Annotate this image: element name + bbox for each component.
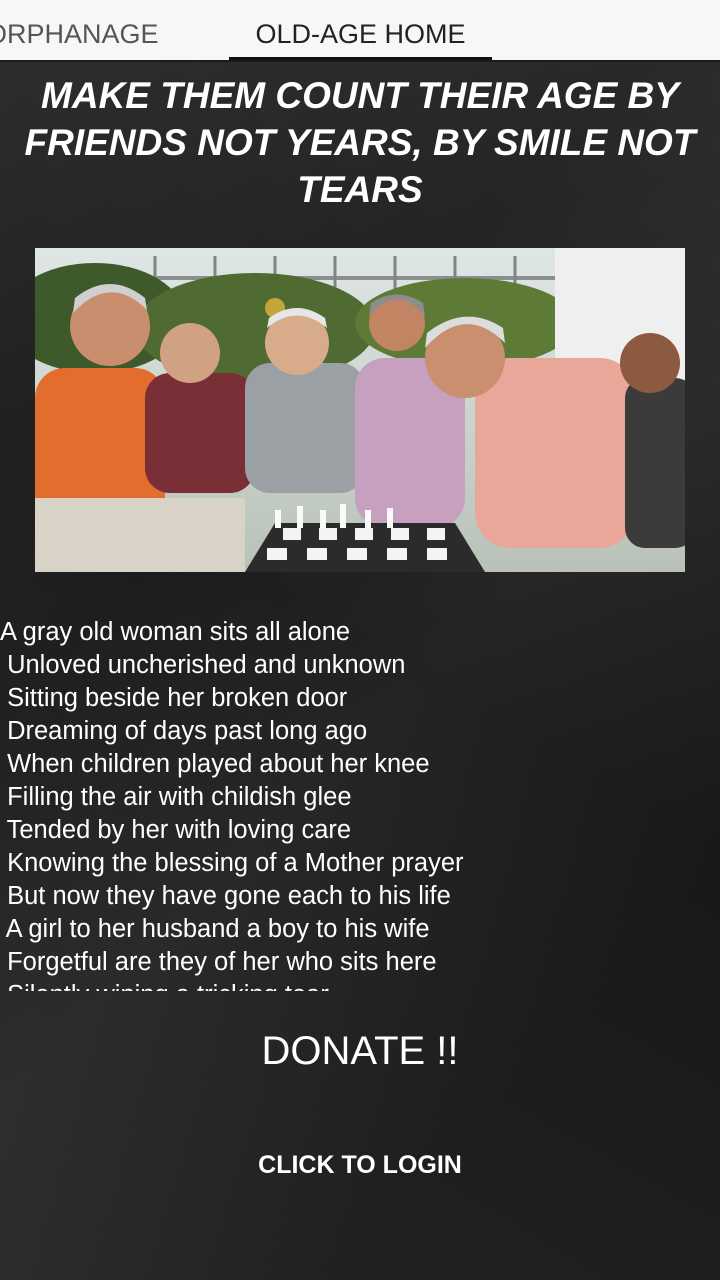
poem-line: But now they have gone each to his life bbox=[0, 882, 451, 910]
tab-bar: ORPHANAGE OLD-AGE HOME bbox=[0, 0, 720, 62]
tab-old-age-home[interactable]: OLD-AGE HOME bbox=[229, 0, 492, 60]
poem-line: Dreaming of days past long ago bbox=[0, 717, 368, 745]
poem-line: A girl to her husband a boy to his wife bbox=[0, 915, 430, 943]
page-heading: MAKE THEM COUNT THEIR AGE BY FRIENDS NOT… bbox=[24, 75, 696, 210]
poem-line: Tended by her with loving care bbox=[0, 816, 352, 844]
tab-old-age-home-label: OLD-AGE HOME bbox=[255, 19, 466, 49]
poem-line: Knowing the blessing of a Mother prayer bbox=[0, 849, 464, 877]
poem-line: Filling the air with childish glee bbox=[0, 783, 352, 811]
poem-line: Silently wiping a tricking tear bbox=[0, 979, 720, 991]
poem-text: A gray old woman sits all alone Unloved … bbox=[0, 616, 720, 991]
tab-orphanage[interactable]: ORPHANAGE bbox=[0, 0, 226, 60]
donate-button[interactable]: DONATE !! bbox=[0, 1025, 720, 1077]
poem-line: Forgetful are they of her who sits here bbox=[0, 948, 437, 976]
login-button[interactable]: CLICK TO LOGIN bbox=[0, 1145, 720, 1185]
tab-indicator bbox=[229, 57, 492, 60]
poem-line: Sitting beside her broken door bbox=[0, 684, 348, 712]
poem-line: A gray old woman sits all alone bbox=[0, 618, 351, 646]
poem-line: When children played about her knee bbox=[0, 750, 430, 778]
elderly-people-playing-chess-image bbox=[35, 248, 685, 572]
poem-line: Unloved uncherished and unknown bbox=[0, 651, 406, 679]
